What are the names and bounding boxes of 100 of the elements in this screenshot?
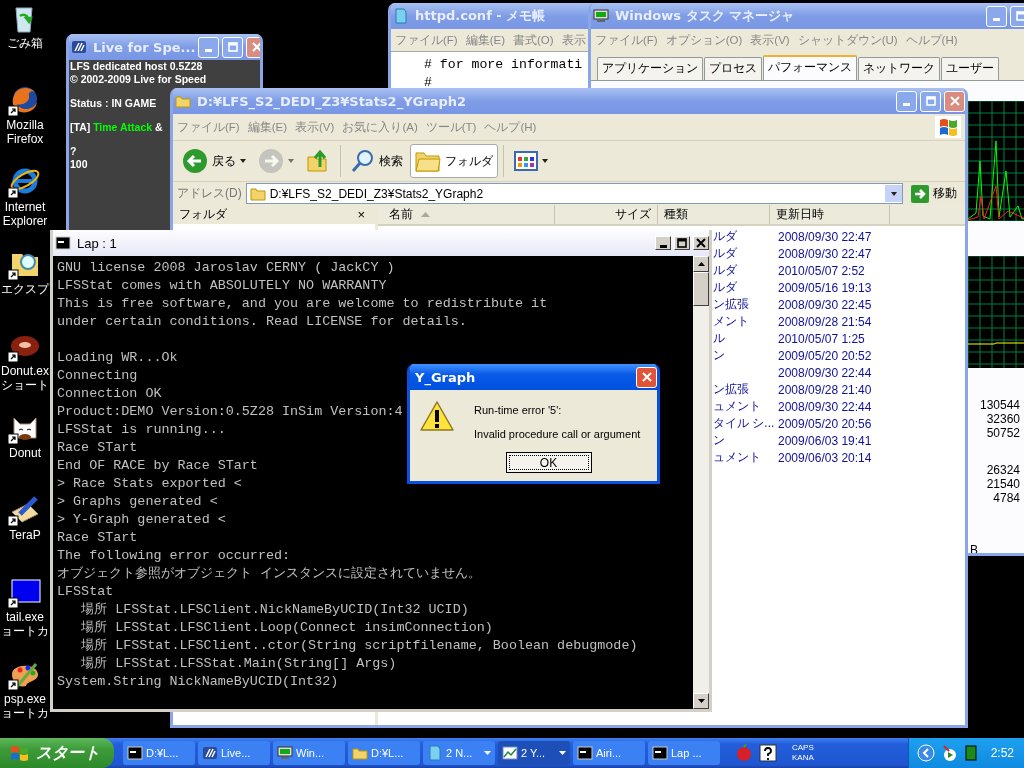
close-button[interactable]: ×: [353, 207, 369, 222]
column-header[interactable]: 名前: [378, 205, 555, 224]
dropdown-button[interactable]: [885, 185, 902, 202]
tray-app-icon[interactable]: [940, 744, 959, 762]
address-field[interactable]: D:¥LFS_S2_DEDI_Z3¥Stats2_YGraph2: [245, 183, 903, 204]
desktop-shortcut-icon[interactable]: [8, 166, 42, 200]
console-icon: [55, 235, 71, 251]
desktop-icon-label[interactable]: Donut: [9, 446, 41, 460]
caret-icon: [288, 159, 294, 163]
scroll-down-button[interactable]: [693, 693, 709, 709]
maximize-icon: [1015, 11, 1024, 21]
table-cell-text: 2008/09/28 21:40: [778, 382, 873, 397]
maximize-icon: [925, 96, 936, 106]
minimize-icon: [659, 244, 667, 248]
taskbar-button[interactable]: Win...: [273, 741, 345, 765]
desktop-shortcut-icon[interactable]: [8, 576, 42, 610]
tab[interactable]: パフォーマンス: [763, 55, 857, 80]
console-line: 場所 LFSStat.LFSClient.Loop(Connect insimConnection): [80, 619, 493, 637]
console-line: 場所 LFSStat.LFSClient.NickNameByUCID(Int32 UCID): [80, 601, 469, 619]
start-button[interactable]: スタート: [0, 738, 114, 768]
console-line: Status : IN GAME: [70, 97, 157, 110]
chevron-icon[interactable]: [916, 744, 935, 762]
up-arrow-icon: [697, 262, 705, 266]
ok-button[interactable]: OK: [505, 452, 592, 473]
column-header[interactable]: サイズ: [555, 205, 658, 224]
help-icon[interactable]: [759, 744, 777, 762]
table-cell-text: ルダ: [713, 228, 738, 245]
folder-icon: [175, 93, 191, 109]
desktop-icon-label[interactable]: Explorer: [2, 214, 48, 228]
desktop-icon-label[interactable]: psp.exe: [4, 692, 46, 706]
scroll-thumb[interactable]: [693, 272, 709, 306]
go-button[interactable]: 移動: [907, 184, 961, 203]
maximize-button[interactable]: [674, 236, 690, 250]
taskbar-button[interactable]: D:¥L...: [348, 741, 420, 765]
table-cell-text: 2009/05/20 20:56: [778, 416, 873, 431]
scroll-up-button[interactable]: [693, 256, 709, 272]
table-cell-text: ルダ: [713, 245, 738, 262]
folders-button[interactable]: フォルダ: [410, 144, 498, 178]
tab[interactable]: アプリケーション: [597, 57, 703, 80]
tab[interactable]: ネットワーク: [858, 57, 940, 80]
desktop-icon-label[interactable]: ョートカ: [1, 624, 49, 638]
taskbar-button[interactable]: D:¥L...: [123, 741, 195, 765]
window-icon: [352, 745, 368, 761]
search-icon: [351, 149, 375, 173]
taskbar-button[interactable]: 2 Y...: [498, 741, 570, 765]
console-line: > Graphs generated <: [57, 493, 218, 511]
error-message: Run-time error '5':: [474, 404, 563, 416]
console-line: GNU license 2008 Jaroslav CERNY ( JackCY ): [57, 259, 395, 277]
desktop-icon-label[interactable]: Firefox: [6, 132, 44, 146]
taskbar-button[interactable]: Lap ...: [648, 741, 720, 765]
window-icon: [577, 745, 593, 761]
address-label: アドレス(D): [177, 185, 242, 202]
taskbar-button[interactable]: 2 N...: [423, 741, 495, 765]
caret-icon: [484, 751, 491, 755]
taskbar-button[interactable]: Airi...: [573, 741, 645, 765]
desktop-icon-label[interactable]: ショート: [1, 378, 49, 392]
table-cell-text: 2008/09/30 22:44: [778, 365, 873, 380]
taskbar-button[interactable]: Live...: [198, 741, 270, 765]
back-button[interactable]: 戻る: [177, 144, 251, 178]
table-cell-text: 2009/05/20 20:52: [778, 348, 873, 363]
column-header[interactable]: 更新日時: [770, 205, 890, 224]
table-cell-text: 2008/09/30 22:47: [778, 246, 873, 261]
console-line: > Race Stats exported <: [57, 475, 242, 493]
scrollbar[interactable]: [693, 256, 709, 709]
desktop-icon-label[interactable]: Internet: [4, 200, 46, 214]
caps-indicator: CAPS: [792, 743, 814, 753]
minimize-button[interactable]: [655, 236, 671, 250]
window-title: Y_Graph: [414, 369, 477, 385]
tab[interactable]: プロセス: [704, 57, 762, 80]
desktop-icon-label[interactable]: tail.exe: [6, 610, 44, 624]
caret-icon: [559, 751, 566, 755]
desktop-icon-label[interactable]: エクスプ: [1, 282, 49, 296]
console-line: ?: [70, 145, 77, 158]
close-button[interactable]: [693, 236, 709, 250]
table-cell-text: 2008/09/30 22:47: [778, 229, 873, 244]
table-cell-text: 2008/09/28 21:54: [778, 314, 873, 329]
console-line: Race STart: [57, 529, 138, 547]
sort-arrow-icon: [421, 212, 430, 217]
search-button[interactable]: 検索: [346, 144, 408, 178]
tray-app-icon[interactable]: [964, 745, 977, 761]
desktop-icon-label[interactable]: TeraP: [9, 528, 41, 542]
console-line: © 2002-2009 Live for Speed: [70, 73, 207, 86]
maximize-icon: [677, 238, 687, 248]
windows-logo-icon: [10, 744, 30, 762]
desktop-icon-label[interactable]: Mozilla: [6, 118, 44, 132]
stat-value: 4784: [993, 491, 1020, 505]
tab[interactable]: ユーザー: [941, 57, 999, 80]
column-header[interactable]: 種類: [658, 205, 770, 224]
desktop-icon-label[interactable]: ョートカ: [1, 706, 49, 720]
console-line: LFSStat is running...: [57, 421, 226, 439]
text-line: # for more informati: [424, 56, 583, 74]
table-cell-text: 2009/05/16 19:13: [778, 280, 873, 295]
console-line: 場所 LFSStat.LFSClient..ctor(String scriptfilename, Boolean debugmode): [80, 637, 638, 655]
desktop-icon-label[interactable]: Donut.ex: [1, 364, 49, 378]
stat-value: 50752: [986, 426, 1020, 440]
desktop-icon-label[interactable]: ごみ箱: [7, 36, 43, 50]
table-cell-text: ン: [713, 347, 726, 364]
table-cell-text: ルダ: [713, 279, 738, 296]
stat-value: 130544: [979, 398, 1020, 412]
kana-indicator: KANA: [792, 753, 814, 763]
